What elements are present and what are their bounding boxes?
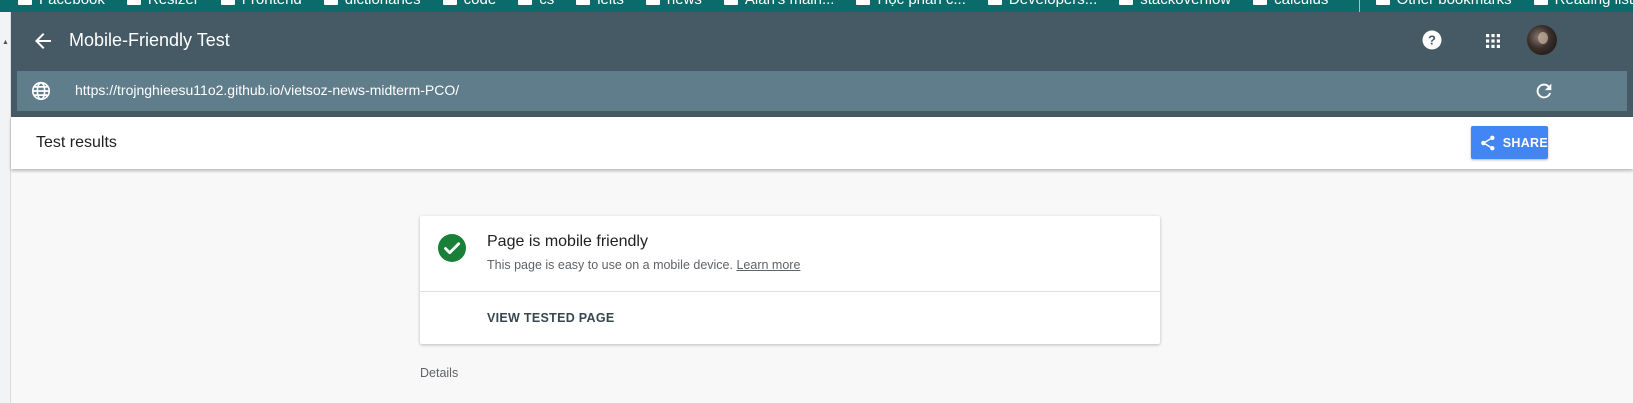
bookmark-icon xyxy=(126,0,141,5)
status-description: This page is easy to use on a mobile dev… xyxy=(487,258,800,272)
globe-icon xyxy=(31,81,51,101)
folder-icon xyxy=(645,0,660,5)
app-header: Mobile-Friendly Test ? https://trojnghie… xyxy=(11,12,1633,117)
reading-list[interactable]: Reading list xyxy=(1533,0,1633,8)
url-input[interactable]: https://trojnghieesu11o2.github.io/viets… xyxy=(75,82,459,98)
card-divider xyxy=(420,291,1160,292)
folder-icon xyxy=(1119,0,1134,5)
bookmark-item[interactable]: Học phần c... xyxy=(856,0,966,8)
apps-grid-icon[interactable] xyxy=(1481,29,1505,53)
bookmark-item[interactable]: dictionaries xyxy=(323,0,421,8)
bookmark-item[interactable]: stackoverflow xyxy=(1119,0,1231,8)
folder-icon xyxy=(18,0,32,5)
svg-text:?: ? xyxy=(1428,33,1436,48)
folder-icon xyxy=(1375,0,1390,5)
bookmark-item[interactable]: calculus xyxy=(1253,0,1328,8)
bookmark-item[interactable]: Alan's main... xyxy=(723,0,834,8)
refresh-icon[interactable] xyxy=(1533,80,1555,102)
share-icon xyxy=(1481,135,1495,150)
bookmark-icon xyxy=(987,0,1002,5)
share-label: SHARE xyxy=(1502,135,1548,150)
caret-up-icon[interactable]: ▲ xyxy=(2,39,9,46)
view-tested-page-button[interactable]: VIEW TESTED PAGE xyxy=(487,311,615,325)
results-bar: Test results SHARE xyxy=(11,117,1633,169)
help-icon[interactable]: ? xyxy=(1420,28,1444,52)
bookmark-item[interactable]: Resizer xyxy=(126,0,199,8)
status-title: Page is mobile friendly xyxy=(487,233,648,250)
share-button[interactable]: SHARE xyxy=(1471,126,1548,159)
check-circle-icon xyxy=(438,234,466,262)
other-bookmarks[interactable]: Other bookmarks xyxy=(1375,0,1512,8)
folder-icon xyxy=(442,0,457,5)
bookmark-item[interactable]: Developers... xyxy=(987,0,1097,8)
avatar-face xyxy=(1538,32,1548,44)
details-label: Details xyxy=(420,366,459,380)
avatar[interactable] xyxy=(1527,25,1557,55)
bookmarks-bar: Facebook Resizer Frontend dictionaries c… xyxy=(0,0,1633,12)
url-bar[interactable]: https://trojnghieesu11o2.github.io/viets… xyxy=(17,71,1627,111)
results-title: Test results xyxy=(36,134,117,151)
status-description-text: This page is easy to use on a mobile dev… xyxy=(487,258,733,272)
bookmark-item[interactable]: ielts xyxy=(576,0,624,8)
folder-icon xyxy=(323,0,338,5)
bookmark-icon xyxy=(723,0,738,5)
folder-icon xyxy=(1253,0,1268,5)
reading-list-icon xyxy=(1533,0,1548,5)
bookmark-item[interactable]: news xyxy=(645,0,702,8)
back-arrow-icon[interactable] xyxy=(31,29,55,53)
bookmark-item[interactable]: cs xyxy=(518,0,554,8)
title-row: Mobile-Friendly Test ? xyxy=(11,12,1633,71)
bookmark-item[interactable]: code xyxy=(442,0,496,8)
learn-more-link[interactable]: Learn more xyxy=(736,258,800,272)
folder-icon xyxy=(576,0,591,5)
bookmark-icon xyxy=(856,0,871,5)
bookmarks-divider xyxy=(1359,0,1360,12)
folder-icon xyxy=(518,0,533,5)
bookmarks-right: Other bookmarks Reading list xyxy=(1375,0,1633,8)
window-edge: ▲ xyxy=(0,12,11,403)
bookmark-item[interactable]: Frontend xyxy=(220,0,302,8)
page-title: Mobile-Friendly Test xyxy=(69,30,230,50)
result-card: Page is mobile friendly This page is eas… xyxy=(420,216,1160,344)
bookmarks-list: Facebook Resizer Frontend dictionaries c… xyxy=(18,0,1328,8)
bookmark-item[interactable]: Facebook xyxy=(18,0,105,8)
folder-icon xyxy=(220,0,235,5)
